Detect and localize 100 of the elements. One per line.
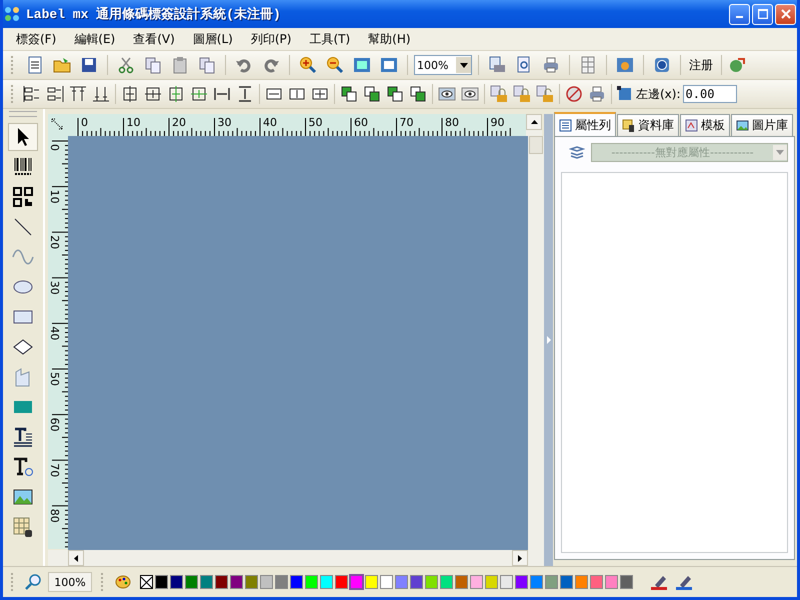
zoom-out-icon[interactable] [326, 56, 344, 74]
color-swatch[interactable] [275, 575, 288, 589]
close-button[interactable] [775, 4, 796, 24]
copy-icon[interactable] [144, 56, 162, 74]
printer-icon[interactable] [588, 85, 606, 103]
color-swatch[interactable] [455, 575, 468, 589]
maximize-button[interactable] [752, 4, 773, 24]
menu-item[interactable]: 列印(P) [242, 30, 300, 48]
color-swatch[interactable] [485, 575, 498, 589]
color-swatch[interactable] [230, 575, 243, 589]
panel-tab[interactable]: 圖片庫 [731, 114, 793, 136]
color-swatch[interactable] [365, 575, 378, 589]
center-page-horizontal-icon[interactable] [167, 85, 185, 103]
color-swatch[interactable] [470, 575, 483, 589]
send-backward-icon[interactable] [409, 85, 427, 103]
show-icon[interactable] [438, 85, 456, 103]
color-swatch[interactable] [200, 575, 213, 589]
help-icon[interactable] [653, 56, 671, 74]
new-document-icon[interactable] [26, 56, 44, 74]
zoom-in-icon[interactable] [299, 56, 317, 74]
color-swatch[interactable] [500, 575, 513, 589]
panel-tab[interactable]: 屬性列 [554, 112, 616, 136]
save-icon[interactable] [80, 56, 98, 74]
space-horizontal-icon[interactable] [213, 85, 231, 103]
paste-icon[interactable] [171, 56, 189, 74]
paste-special-icon[interactable] [198, 56, 216, 74]
menu-item[interactable]: 工具(T) [300, 30, 360, 48]
align-bottom-icon[interactable] [92, 85, 110, 103]
no-color-swatch[interactable] [140, 575, 153, 589]
color-swatch[interactable] [380, 575, 393, 589]
print-icon[interactable] [542, 56, 560, 74]
center-horizontal-icon[interactable] [121, 85, 139, 103]
color-swatch[interactable] [440, 575, 453, 589]
color-swatch[interactable] [560, 575, 573, 589]
zoom-level: 100% [48, 572, 92, 592]
color-swatch[interactable] [620, 575, 633, 589]
unlock-icon[interactable] [536, 85, 554, 103]
print-setup-icon[interactable] [488, 56, 506, 74]
color-swatch[interactable] [305, 575, 318, 589]
lock-icon[interactable] [490, 85, 508, 103]
left-position-field[interactable]: 0.00 [682, 85, 737, 103]
menu-item[interactable]: 幫助(H) [359, 30, 420, 48]
color-swatch[interactable] [260, 575, 273, 589]
left-arrow-icon[interactable] [74, 554, 78, 562]
fit-window-icon[interactable] [353, 56, 371, 74]
color-swatch[interactable] [575, 575, 588, 589]
vertical-scrollbar[interactable] [528, 136, 544, 550]
search-icon[interactable] [25, 573, 43, 591]
settings-icon[interactable] [616, 56, 634, 74]
menu-item[interactable]: 標簽(F) [7, 30, 66, 48]
color-swatch[interactable] [335, 575, 348, 589]
minimize-button[interactable] [729, 4, 750, 24]
scroll-up-button[interactable] [526, 114, 542, 130]
register-button[interactable]: 注册 [687, 56, 715, 74]
fit-page-icon[interactable] [380, 56, 398, 74]
color-swatch[interactable] [590, 575, 603, 589]
color-swatch[interactable] [155, 575, 168, 589]
bring-front-icon[interactable] [340, 85, 358, 103]
panel-tab[interactable]: 模板 [680, 114, 730, 136]
color-swatch[interactable] [170, 575, 183, 589]
bring-forward-icon[interactable] [386, 85, 404, 103]
menu-item[interactable]: 編輯(E) [65, 30, 124, 48]
color-swatch[interactable] [245, 575, 258, 589]
color-swatch[interactable] [320, 575, 333, 589]
color-swatch[interactable] [545, 575, 558, 589]
send-back-icon[interactable] [363, 85, 381, 103]
align-right-icon[interactable] [46, 85, 64, 103]
center-page-vertical-icon[interactable] [190, 85, 208, 103]
pointer-tool[interactable] [8, 123, 38, 151]
color-swatch[interactable] [185, 575, 198, 589]
open-folder-icon[interactable] [53, 56, 71, 74]
color-swatch[interactable] [425, 575, 438, 589]
color-swatch[interactable] [410, 575, 423, 589]
color-swatch[interactable] [395, 575, 408, 589]
palette-icon[interactable] [115, 574, 131, 590]
align-left-icon[interactable] [23, 85, 41, 103]
color-swatch[interactable] [515, 575, 528, 589]
space-vertical-icon[interactable] [236, 85, 254, 103]
color-swatch[interactable] [215, 575, 228, 589]
line-color-icon[interactable] [650, 573, 670, 591]
panel-tab[interactable]: 資料庫 [617, 114, 679, 136]
cut-icon[interactable] [117, 56, 135, 74]
hide-icon[interactable] [461, 85, 479, 103]
color-swatch[interactable] [290, 575, 303, 589]
center-vertical-icon[interactable] [144, 85, 162, 103]
align-top-icon[interactable] [69, 85, 87, 103]
color-swatch[interactable] [530, 575, 543, 589]
fill-color-icon[interactable] [675, 573, 695, 591]
color-swatch[interactable] [350, 575, 363, 589]
right-arrow-icon[interactable] [518, 554, 522, 562]
horizontal-scrollbar[interactable] [48, 550, 544, 566]
grid-icon[interactable] [579, 56, 597, 74]
position-icon[interactable] [616, 85, 634, 103]
lock-all-icon[interactable] [513, 85, 531, 103]
minimize-icon [736, 16, 743, 18]
menu-item[interactable]: 查看(V) [124, 30, 184, 48]
color-swatch[interactable] [605, 575, 618, 589]
no-print-icon[interactable] [565, 85, 583, 103]
zoom-dropdown[interactable]: 100% [414, 55, 472, 75]
menu-item[interactable]: 圖層(L) [184, 30, 242, 48]
